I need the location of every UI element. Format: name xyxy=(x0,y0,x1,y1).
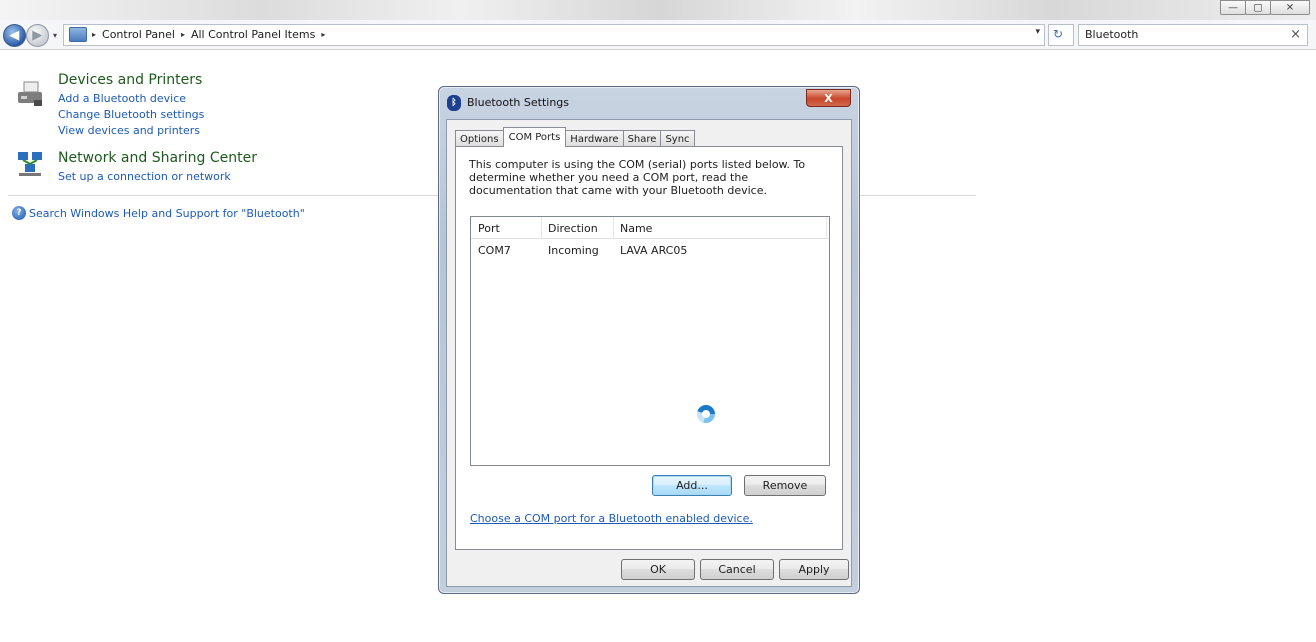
devices-printers-title[interactable]: Devices and Printers xyxy=(58,72,202,88)
add-button[interactable]: Add... xyxy=(652,475,732,496)
tab-com-ports[interactable]: COM Ports xyxy=(502,127,567,147)
choose-com-port-link[interactable]: Choose a COM port for a Bluetooth enable… xyxy=(470,512,753,525)
column-divider[interactable] xyxy=(613,217,614,239)
view-devices-printers-link[interactable]: View devices and printers xyxy=(58,124,200,137)
maximize-icon: ▢ xyxy=(1253,2,1263,13)
help-icon: ? xyxy=(12,206,26,220)
setup-connection-link[interactable]: Set up a connection or network xyxy=(58,170,231,183)
column-divider[interactable] xyxy=(541,217,542,239)
dialog-close-button[interactable]: X xyxy=(806,89,851,107)
help-search-text: Search Windows Help and Support for "Blu… xyxy=(29,206,305,220)
forward-button[interactable]: ▶ xyxy=(26,24,49,47)
close-window-button[interactable]: ✕ xyxy=(1270,0,1310,15)
breadcrumb-separator-icon[interactable]: ▸ xyxy=(92,30,96,39)
clear-search-icon[interactable]: × xyxy=(1290,27,1301,42)
control-panel-icon xyxy=(69,27,87,42)
ok-button[interactable]: OK xyxy=(621,559,695,580)
dialog-body: Options COM Ports Hardware Share Sync Th… xyxy=(446,119,852,587)
column-name[interactable]: Name xyxy=(620,222,652,235)
back-arrow-icon: ◀ xyxy=(9,27,20,43)
com-ports-panel: This computer is using the COM (serial) … xyxy=(455,146,843,550)
refresh-icon: ↻ xyxy=(1053,27,1064,41)
help-search-link[interactable]: ? Search Windows Help and Support for "B… xyxy=(12,206,305,220)
remove-button[interactable]: Remove xyxy=(744,475,826,496)
maximize-button[interactable]: ▢ xyxy=(1245,0,1271,15)
forward-arrow-icon: ▶ xyxy=(32,27,43,43)
bluetooth-icon: ᛒ xyxy=(447,95,461,111)
minimize-icon: — xyxy=(1228,2,1238,13)
column-divider[interactable] xyxy=(826,217,827,239)
busy-cursor-icon xyxy=(697,405,715,423)
com-ports-description: This computer is using the COM (serial) … xyxy=(469,158,806,197)
table-row[interactable]: COM7 Incoming LAVA ARC05 xyxy=(471,242,829,260)
bluetooth-settings-dialog: ᛒ Bluetooth Settings X Options COM Ports… xyxy=(438,86,860,594)
tab-hardware[interactable]: Hardware xyxy=(565,130,624,147)
tab-options[interactable]: Options xyxy=(455,130,504,147)
refresh-button[interactable]: ↻ xyxy=(1048,24,1074,46)
cell-port: COM7 xyxy=(478,244,511,257)
change-bluetooth-settings-link[interactable]: Change Bluetooth settings xyxy=(58,108,204,121)
control-panel-window: — ▢ ✕ ◀ ▶ ▾ ▸ Control Panel ▸ All Contro… xyxy=(0,0,1316,642)
devices-printers-group: Devices and Printers Add a Bluetooth dev… xyxy=(16,70,316,140)
breadcrumb-separator-icon[interactable]: ▸ xyxy=(321,30,325,39)
breadcrumb-all-items[interactable]: All Control Panel Items xyxy=(191,28,315,41)
cell-direction: Incoming xyxy=(548,244,599,257)
address-bar[interactable]: ▸ Control Panel ▸ All Control Panel Item… xyxy=(63,24,1045,46)
tab-sync[interactable]: Sync xyxy=(660,130,695,147)
address-dropdown-icon[interactable]: ▾ xyxy=(1035,27,1040,37)
search-box[interactable]: × xyxy=(1078,24,1308,46)
network-icon xyxy=(18,152,42,176)
tab-strip: Options COM Ports Hardware Share Sync xyxy=(455,127,695,147)
com-ports-list[interactable]: Port Direction Name COM7 Incoming LAVA A… xyxy=(470,216,830,466)
close-icon: ✕ xyxy=(1285,2,1295,13)
tab-share[interactable]: Share xyxy=(622,130,662,147)
dialog-title: Bluetooth Settings xyxy=(467,96,570,109)
printer-icon xyxy=(18,81,42,106)
list-header: Port Direction Name xyxy=(471,217,829,239)
window-title-bar: — ▢ ✕ xyxy=(0,0,1316,20)
breadcrumb-separator-icon[interactable]: ▸ xyxy=(181,30,185,39)
column-direction[interactable]: Direction xyxy=(548,222,598,235)
column-port[interactable]: Port xyxy=(478,222,500,235)
window-controls: — ▢ ✕ xyxy=(1220,0,1310,17)
minimize-button[interactable]: — xyxy=(1220,0,1246,15)
search-input[interactable] xyxy=(1085,28,1275,41)
breadcrumb: ▸ Control Panel ▸ All Control Panel Item… xyxy=(92,28,325,41)
back-button[interactable]: ◀ xyxy=(3,24,26,47)
navigation-bar: ◀ ▶ ▾ ▸ Control Panel ▸ All Control Pane… xyxy=(0,20,1316,50)
cell-name: LAVA ARC05 xyxy=(620,244,688,257)
recent-pages-dropdown[interactable]: ▾ xyxy=(53,31,57,40)
apply-button[interactable]: Apply xyxy=(779,559,849,580)
breadcrumb-control-panel[interactable]: Control Panel xyxy=(102,28,175,41)
cancel-button[interactable]: Cancel xyxy=(700,559,774,580)
network-sharing-title[interactable]: Network and Sharing Center xyxy=(58,150,257,166)
network-sharing-group: Network and Sharing Center Set up a conn… xyxy=(16,148,316,188)
add-bluetooth-device-link[interactable]: Add a Bluetooth device xyxy=(58,92,186,105)
